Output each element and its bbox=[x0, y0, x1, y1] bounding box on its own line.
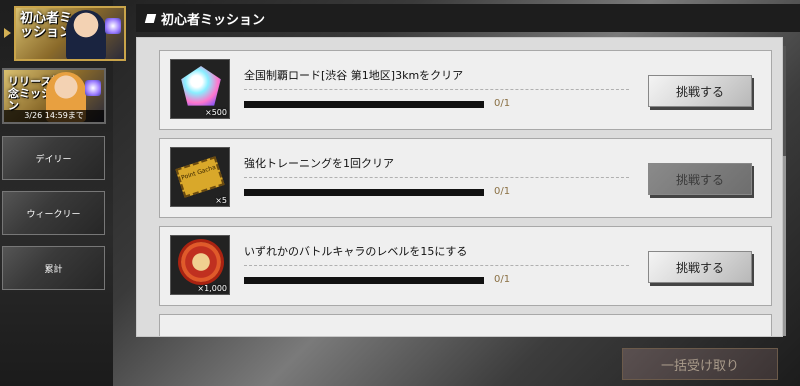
sidebar-item-weekly[interactable]: ウィークリー bbox=[2, 191, 105, 235]
challenge-button[interactable]: 挑戦する bbox=[648, 251, 752, 283]
sidebar-item-daily[interactable]: デイリー bbox=[2, 136, 105, 180]
progress-bar bbox=[244, 189, 484, 196]
claim-all-button[interactable]: 一括受け取り bbox=[622, 348, 778, 380]
tab-release-mission[interactable]: リリース記念ミッション 3/26 14:59まで bbox=[2, 68, 106, 124]
mission-title: 強化トレーニングを1回クリア bbox=[244, 157, 394, 170]
challenge-button[interactable]: 挑戦する bbox=[648, 75, 752, 107]
progress-bar bbox=[244, 101, 484, 108]
reward-quantity: ×1,000 bbox=[197, 284, 227, 293]
header-mark-icon bbox=[144, 13, 157, 23]
mission-title: いずれかのバトルキャラのレベルを15にする bbox=[244, 245, 468, 258]
medal-icon bbox=[181, 242, 221, 282]
divider bbox=[244, 89, 629, 90]
mission-list: ×500 全国制覇ロード[渋谷 第1地区]3kmをクリア 0/1 挑戦する Po… bbox=[136, 37, 783, 337]
mission-item bbox=[159, 314, 772, 336]
sidebar-item-total[interactable]: 累計 bbox=[2, 246, 105, 290]
page-header: 初心者ミッション bbox=[136, 4, 800, 32]
gem-icon bbox=[181, 66, 221, 106]
gacha-ticket-icon: Point Gacha bbox=[175, 156, 225, 198]
progress-count: 0/1 bbox=[494, 274, 511, 285]
progress-bar bbox=[244, 277, 484, 284]
reward-quantity: ×500 bbox=[205, 108, 227, 117]
page-title: 初心者ミッション bbox=[161, 12, 266, 28]
reward-quantity: ×5 bbox=[215, 196, 227, 205]
mission-item: Point Gacha ×5 強化トレーニングを1回クリア 0/1 挑戦する bbox=[159, 138, 772, 218]
scrollbar-thumb[interactable] bbox=[783, 46, 786, 156]
scrollbar[interactable] bbox=[783, 46, 786, 336]
challenge-button[interactable]: 挑戦する bbox=[648, 163, 752, 195]
mission-item: ×500 全国制覇ロード[渋谷 第1地区]3kmをクリア 0/1 挑戦する bbox=[159, 50, 772, 130]
tab-beginner-mission[interactable]: 初心者ミッション bbox=[14, 6, 126, 61]
character-portrait bbox=[66, 10, 106, 59]
reward-thumbnail: ×500 bbox=[170, 59, 230, 119]
divider bbox=[244, 177, 629, 178]
reward-thumbnail: ×1,000 bbox=[170, 235, 230, 295]
gem-icon bbox=[85, 80, 101, 96]
mission-item: ×1,000 いずれかのバトルキャラのレベルを15にする 0/1 挑戦する bbox=[159, 226, 772, 306]
divider bbox=[244, 265, 629, 266]
gem-icon bbox=[105, 18, 121, 34]
progress-count: 0/1 bbox=[494, 98, 511, 109]
selected-tab-arrow-icon bbox=[4, 28, 11, 38]
progress-count: 0/1 bbox=[494, 186, 511, 197]
mission-title: 全国制覇ロード[渋谷 第1地区]3kmをクリア bbox=[244, 69, 464, 82]
reward-thumbnail: Point Gacha ×5 bbox=[170, 147, 230, 207]
release-deadline: 3/26 14:59まで bbox=[4, 110, 104, 122]
